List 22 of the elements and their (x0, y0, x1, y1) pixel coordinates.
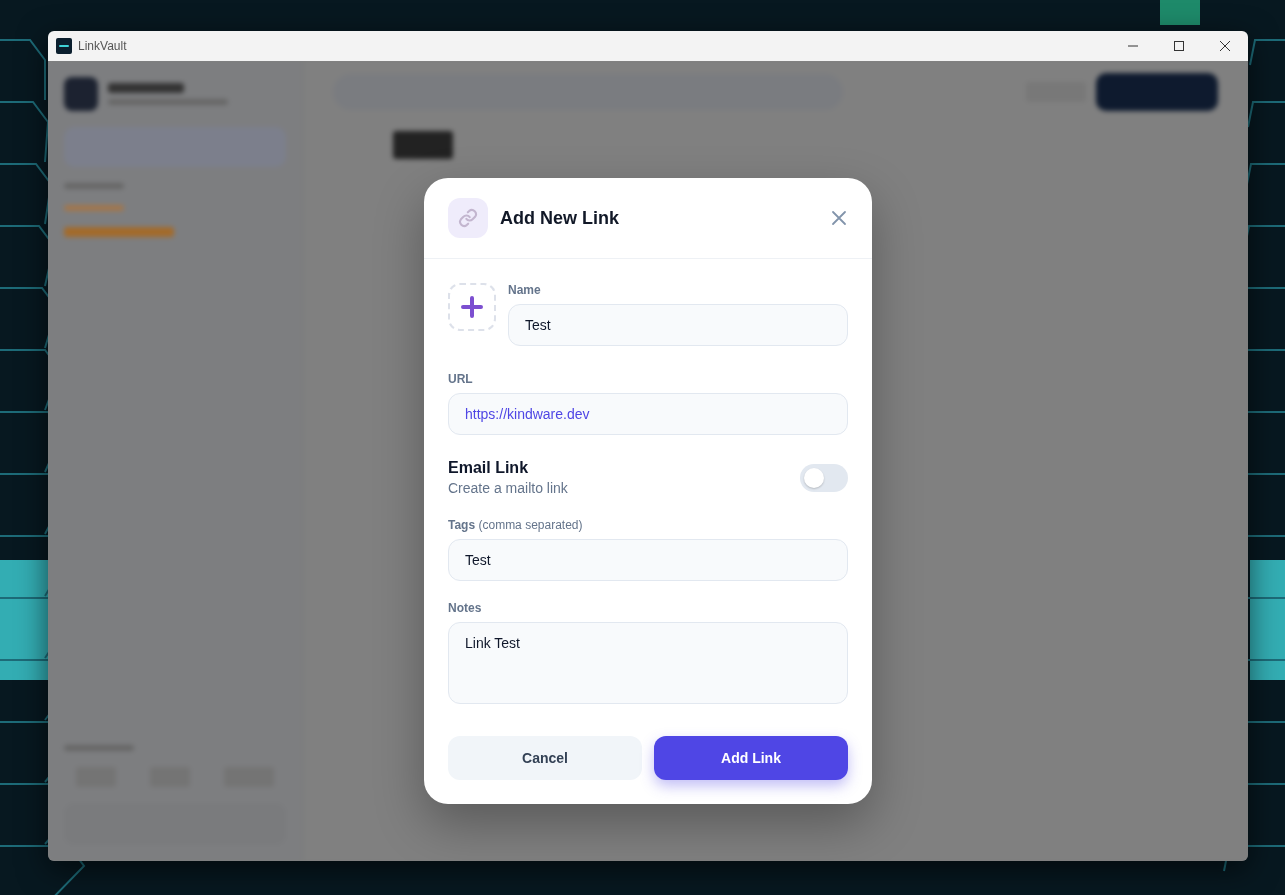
plus-icon (461, 296, 483, 318)
add-icon-button[interactable] (448, 283, 496, 331)
toggle-hint: Create a mailto link (448, 480, 568, 496)
url-field[interactable]: https://kindware.dev (448, 393, 848, 435)
name-field[interactable]: Test (508, 304, 848, 346)
dialog-title: Add New Link (500, 207, 619, 229)
toggle-title: Email Link (448, 459, 530, 477)
field-label: URL (448, 372, 474, 386)
maximize-icon (1174, 41, 1184, 51)
tags-field[interactable]: Test (448, 539, 848, 581)
notes-field[interactable]: Link Test (448, 622, 848, 704)
add-link-button[interactable]: Add Link (654, 736, 848, 780)
field-label: Tags (comma separated) (448, 518, 584, 532)
window-title: LinkVault (78, 39, 127, 53)
app-icon (56, 38, 72, 54)
close-icon (1220, 41, 1230, 51)
field-label: Notes (448, 601, 483, 615)
cancel-button[interactable]: Cancel (448, 736, 642, 780)
link-icon (458, 208, 478, 228)
email-link-switch[interactable] (800, 463, 848, 492)
close-button[interactable] (830, 209, 848, 227)
field-label: Name (508, 283, 542, 297)
